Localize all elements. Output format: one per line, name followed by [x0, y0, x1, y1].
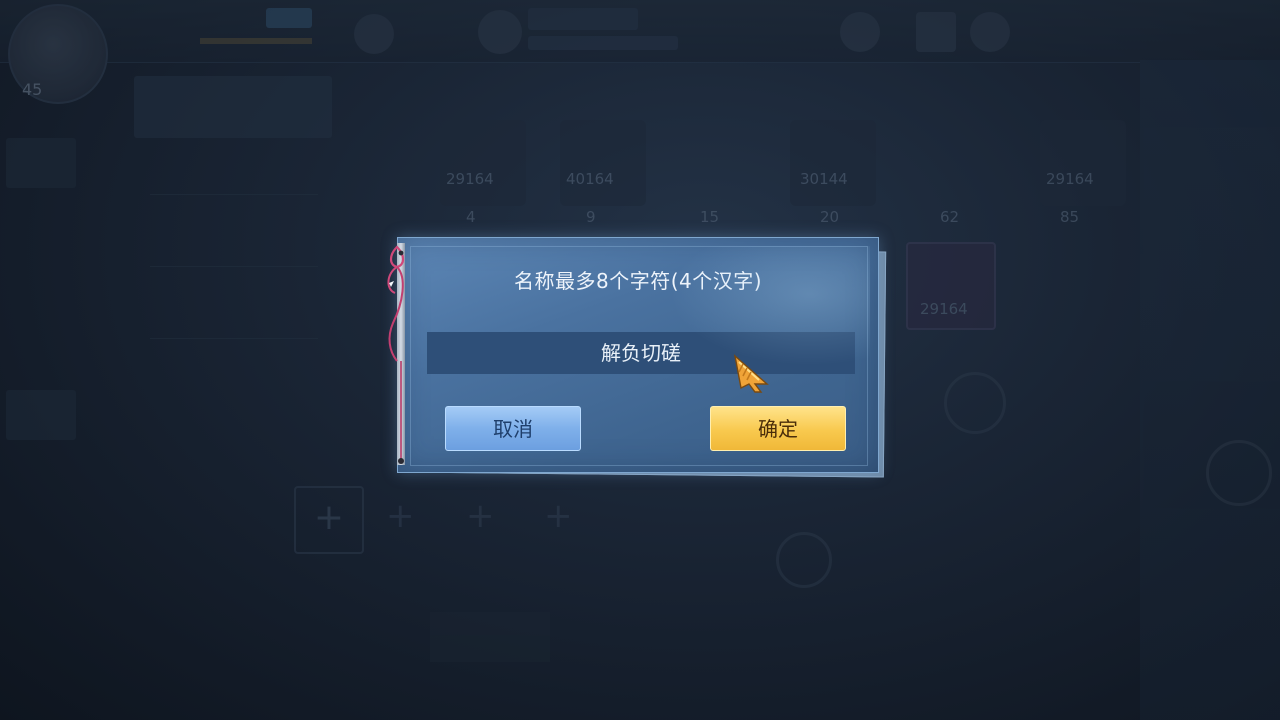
stat-icon: [440, 120, 526, 206]
top-avatar-icon[interactable]: [478, 10, 522, 54]
left-panel-header: [134, 76, 332, 138]
row-number: 85: [1060, 208, 1080, 226]
stat-value: 29164: [1046, 170, 1094, 188]
row-number: 62: [940, 208, 960, 226]
stat-value: 29164: [446, 170, 494, 188]
add-slot-icon[interactable]: +: [466, 496, 495, 536]
player-level: 45: [22, 80, 43, 99]
left-row[interactable]: [150, 294, 318, 339]
top-bar: [0, 0, 1280, 63]
circle-icon[interactable]: [776, 532, 832, 588]
stat-value: 30144: [800, 170, 848, 188]
add-slot-button[interactable]: +: [294, 486, 364, 554]
top-icon[interactable]: [840, 12, 880, 52]
circle-icon[interactable]: [1206, 440, 1272, 506]
stat-icon: [1040, 120, 1126, 206]
item-card[interactable]: 29164: [906, 242, 996, 330]
row-number: 15: [700, 208, 720, 226]
side-button[interactable]: [6, 138, 76, 188]
top-slot: [528, 36, 678, 50]
stat-icon: [560, 120, 646, 206]
side-button[interactable]: [6, 390, 76, 440]
game-screen: 45 29164 40164 30144 29164 4 9 15 20 62 …: [0, 0, 1280, 720]
dialog-title: 名称最多8个字符(4个汉字): [513, 269, 763, 293]
top-slot: [528, 8, 638, 30]
ribbon-icon: [387, 245, 405, 464]
exp-bar: [200, 38, 312, 44]
top-icon[interactable]: [970, 12, 1010, 52]
gear-icon[interactable]: [944, 372, 1006, 434]
player-tag: [266, 8, 312, 28]
cancel-button[interactable]: 取消: [445, 406, 581, 451]
confirm-button[interactable]: 确定: [710, 406, 846, 451]
stat-icon: [790, 120, 876, 206]
name-input[interactable]: 解负切磋: [427, 332, 855, 374]
top-icon[interactable]: [916, 12, 956, 52]
stat-value: 40164: [566, 170, 614, 188]
rename-dialog: 名称最多8个字符(4个汉字) 解负切磋 取消 确定: [387, 237, 887, 478]
left-row[interactable]: [150, 222, 318, 267]
add-slot-icon[interactable]: +: [544, 496, 573, 536]
add-slot-icon[interactable]: +: [386, 496, 415, 536]
top-icon[interactable]: [354, 14, 394, 54]
left-row[interactable]: [150, 150, 318, 195]
row-number: 4: [466, 208, 476, 226]
cursor-icon: [733, 354, 769, 393]
right-panel: [1140, 60, 1280, 720]
row-number: 20: [820, 208, 840, 226]
item-card-value: 29164: [920, 300, 968, 318]
bottom-bar: [430, 612, 550, 662]
row-number: 9: [586, 208, 596, 226]
dialog-panel: 名称最多8个字符(4个汉字) 解负切磋 取消 确定: [397, 237, 879, 473]
